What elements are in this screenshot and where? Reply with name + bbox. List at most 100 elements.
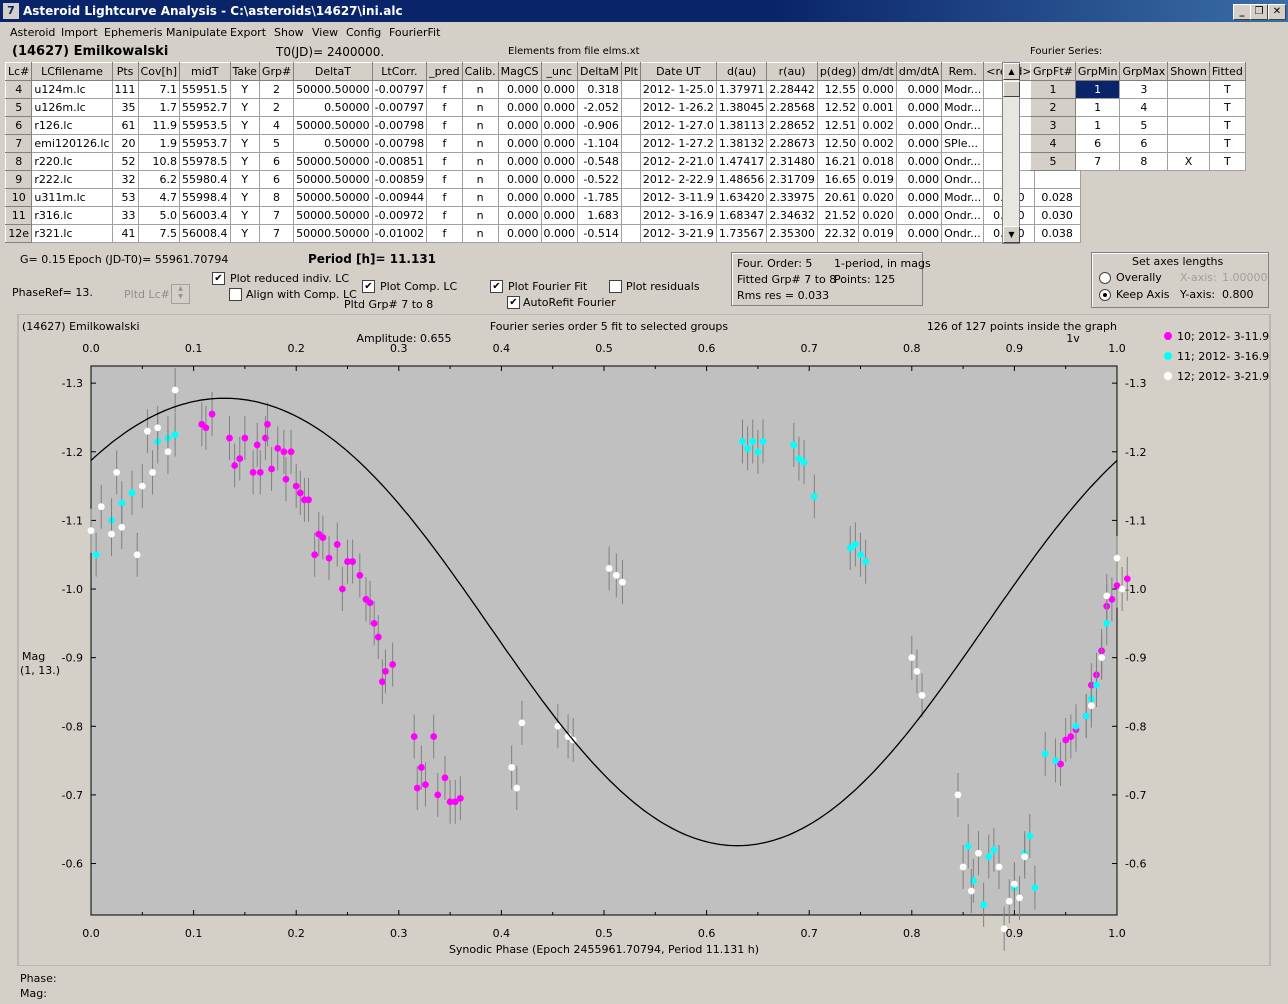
lc-table-header[interactable]: Plt	[620, 62, 641, 81]
scroll-down-button[interactable]: ▼	[1003, 226, 1020, 243]
lc-table-cell[interactable]: Ondr...	[941, 206, 985, 225]
lc-table-cell[interactable]: 0.000	[540, 134, 579, 153]
lc-table-cell[interactable]: f	[426, 170, 463, 189]
lc-table-header[interactable]: Cov[h]	[137, 62, 181, 81]
lc-table-cell[interactable]: 0.000	[497, 80, 542, 99]
lc-table-cell[interactable]: 56003.4	[179, 206, 231, 225]
lc-table-cell[interactable]: 11	[4, 206, 33, 225]
lc-table-cell[interactable]: 41	[111, 224, 139, 243]
lc-table-header[interactable]: dm/dtA	[895, 62, 943, 81]
lc-table-cell[interactable]: 0.318	[577, 80, 622, 99]
lc-table-cell[interactable]	[620, 224, 641, 243]
lc-table-cell[interactable]: SPle...	[941, 134, 985, 153]
fourier-table-cell[interactable]: 3	[1030, 116, 1076, 135]
restore-button[interactable]: ❐	[1250, 4, 1268, 20]
lc-table-cell[interactable]: 0.000	[540, 224, 579, 243]
lc-table-cell[interactable]: 12e	[4, 224, 33, 243]
lc-table-cell[interactable]: r126.lc	[31, 116, 113, 135]
menu-show[interactable]: Show	[274, 26, 304, 39]
lc-table-cell[interactable]	[620, 188, 641, 207]
lc-table-cell[interactable]: -0.00972	[371, 206, 428, 225]
lc-table-cell[interactable]: 50000.50000	[293, 224, 373, 243]
close-button[interactable]: ✕	[1268, 4, 1286, 20]
lc-table-cell[interactable]: 2012- 3-11.9	[639, 188, 717, 207]
lc-table-cell[interactable]: 10	[4, 188, 33, 207]
lc-table-cell[interactable]: 21.52	[816, 206, 860, 225]
lc-table-cell[interactable]: r220.lc	[31, 152, 113, 171]
lc-table-cell[interactable]: Ondr...	[941, 170, 985, 189]
lc-table-cell[interactable]: r222.lc	[31, 170, 113, 189]
lc-table-cell[interactable]: -1.785	[577, 188, 622, 207]
lc-table-cell[interactable]: -0.00851	[371, 152, 428, 171]
lc-table-cell[interactable]: 55951.5	[179, 80, 231, 99]
lc-table-cell[interactable]: -0.01002	[371, 224, 428, 243]
fourier-table-cell[interactable]	[1167, 80, 1210, 99]
lc-table-cell[interactable]: 7	[4, 134, 33, 153]
lc-table-cell[interactable]: 0.000	[895, 206, 943, 225]
lc-table-cell[interactable]: 55980.4	[179, 170, 231, 189]
lc-table-cell[interactable]: 6.2	[137, 170, 181, 189]
lc-table-cell[interactable]: 0.000	[895, 170, 943, 189]
lc-table-cell[interactable]: 0.030	[1033, 206, 1081, 225]
fourier-table-cell[interactable]: T	[1208, 80, 1246, 99]
lc-table-cell[interactable]: 50000.50000	[293, 152, 373, 171]
lc-table-cell[interactable]: 0.001	[858, 98, 897, 117]
lc-table-cell[interactable]: 2.28442	[766, 80, 818, 99]
lc-table-cell[interactable]: -0.00797	[371, 80, 428, 99]
lc-table-cell[interactable]: -0.514	[577, 224, 622, 243]
scroll-up-button[interactable]: ▲	[1003, 63, 1020, 80]
lc-table-cell[interactable]: 0.000	[540, 188, 579, 207]
lc-table-cell[interactable]: 8	[4, 152, 33, 171]
lc-table-cell[interactable]: 0.000	[895, 134, 943, 153]
lc-table-cell[interactable]	[620, 152, 641, 171]
lc-table-header[interactable]: DeltaM	[577, 62, 622, 81]
lc-table-cell[interactable]: n	[461, 134, 499, 153]
lc-table-cell[interactable]: 0.000	[497, 98, 542, 117]
lc-table-cell[interactable]	[620, 206, 641, 225]
lc-table-cell[interactable]: 2012- 1-27.2	[639, 134, 717, 153]
lc-table-cell[interactable]: 0.000	[540, 98, 579, 117]
lc-table-cell[interactable]: 2.35300	[766, 224, 818, 243]
lc-table-cell[interactable]: Y	[229, 188, 260, 207]
lc-table-cell[interactable]: 5.0	[137, 206, 181, 225]
lc-table-cell[interactable]: emi120126.lc	[31, 134, 113, 153]
lc-table-cell[interactable]: f	[426, 206, 463, 225]
lc-table-cell[interactable]: 2012- 3-21.9	[639, 224, 717, 243]
lc-table-cell[interactable]: n	[461, 80, 499, 99]
lc-table-row[interactable]: 8 r220.lc 52 10.8 55978.5 Y 6 50000.50000 -0.008…	[4, 152, 1081, 171]
lc-table-cell[interactable]: 12.50	[816, 134, 860, 153]
fourier-table-cell[interactable]: 4	[1119, 98, 1169, 117]
fourier-table-cell[interactable]: 1	[1030, 80, 1076, 99]
lc-table-cell[interactable]: r316.lc	[31, 206, 113, 225]
lc-table-cell[interactable]: 4.7	[137, 188, 181, 207]
lc-table-cell[interactable]: 50000.50000	[293, 170, 373, 189]
lc-table-cell[interactable]: 20	[111, 134, 139, 153]
lc-table-cell[interactable]: 0.019	[858, 170, 897, 189]
fourier-table-row[interactable]: 466T	[1030, 134, 1246, 153]
lc-table-cell[interactable]: Y	[229, 134, 260, 153]
lc-table-cell[interactable]: 2.31480	[766, 152, 818, 171]
lc-table-cell[interactable]: 0.018	[858, 152, 897, 171]
lc-table-header[interactable]: Calib.	[461, 62, 499, 81]
lc-table-cell[interactable]: f	[426, 98, 463, 117]
lc-table-cell[interactable]: 6	[258, 152, 295, 171]
lc-table-cell[interactable]: 0.000	[540, 170, 579, 189]
lc-table-row[interactable]: 12e r321.lc 41 7.5 56008.4 Y 7 50000.50000 -0.01…	[4, 224, 1081, 243]
menu-config[interactable]: Config	[346, 26, 381, 39]
lc-table-cell[interactable]: 0.000	[895, 98, 943, 117]
lc-table-cell[interactable]: 0.038	[1033, 224, 1081, 243]
fourier-table-row[interactable]: 578XT	[1030, 152, 1246, 171]
lc-table-cell[interactable]: 50000.50000	[293, 188, 373, 207]
lc-table-cell[interactable]: 1.38113	[715, 116, 768, 135]
lc-table-cell[interactable]: 55998.4	[179, 188, 231, 207]
lightcurve-table[interactable]: Lc# LCfilename Pts Cov[h] midT Take Grp# DeltaT…	[4, 62, 1081, 243]
lc-table-cell[interactable]	[1033, 170, 1081, 189]
lc-table-cell[interactable]: n	[461, 188, 499, 207]
lc-table-cell[interactable]: f	[426, 152, 463, 171]
lc-table-cell[interactable]: 12.51	[816, 116, 860, 135]
lc-table-cell[interactable]: n	[461, 224, 499, 243]
fourier-table-cell[interactable]: 5	[1030, 152, 1076, 171]
lc-table-cell[interactable]: 1.683	[577, 206, 622, 225]
lc-table-cell[interactable]: f	[426, 116, 463, 135]
lc-table-cell[interactable]: 0.000	[895, 80, 943, 99]
